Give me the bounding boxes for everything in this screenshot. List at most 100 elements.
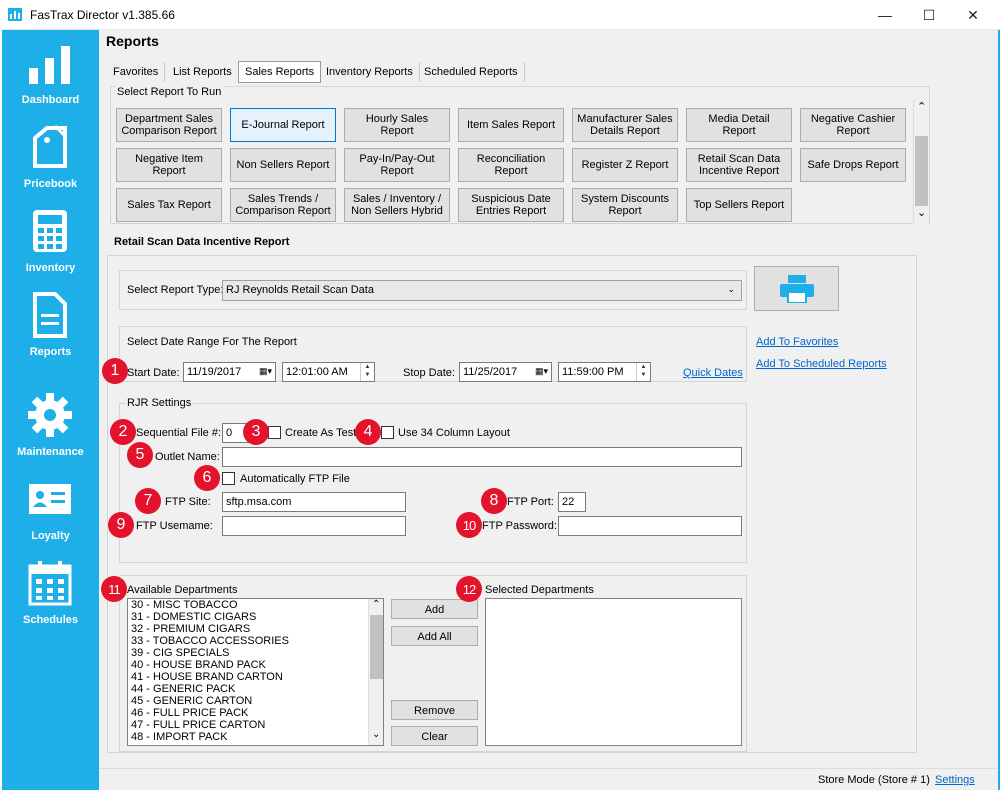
close-button[interactable]: ✕ bbox=[950, 0, 996, 30]
ftp-password-input[interactable] bbox=[558, 516, 742, 536]
report-type-select[interactable]: RJ Reynolds Retail Scan Data ⌄ bbox=[222, 280, 742, 301]
settings-link[interactable]: Settings bbox=[935, 774, 975, 786]
report-button[interactable]: Non Sellers Report bbox=[230, 148, 336, 182]
maximize-button[interactable]: ☐ bbox=[906, 0, 952, 30]
print-button[interactable] bbox=[754, 266, 839, 311]
section-title: Retail Scan Data Incentive Report bbox=[114, 236, 290, 248]
list-item[interactable]: 47 - FULL PRICE CARTON bbox=[128, 719, 383, 731]
callout-badge: 11 bbox=[101, 576, 127, 602]
report-button[interactable]: Pay-In/Pay-Out Report bbox=[344, 148, 450, 182]
start-time-picker[interactable]: 12:01:00 AM ▲ ▼ bbox=[282, 362, 375, 382]
report-button[interactable]: Suspicious Date Entries Report bbox=[458, 188, 564, 222]
start-date-picker[interactable]: 11/19/2017 ▦▾ bbox=[183, 362, 276, 382]
scrollbar-thumb[interactable] bbox=[915, 136, 928, 206]
printer-icon bbox=[780, 275, 814, 303]
sidebar-item-dashboard[interactable]: Dashboard bbox=[2, 30, 99, 114]
minimize-button[interactable]: — bbox=[862, 0, 908, 30]
sidebar-item-pricebook[interactable]: Pricebook bbox=[2, 114, 99, 198]
sidebar-item-label: Dashboard bbox=[21, 94, 80, 106]
list-item[interactable]: 46 - FULL PRICE PACK bbox=[128, 707, 383, 719]
callout-badge: 10 bbox=[456, 512, 482, 538]
list-item[interactable]: 33 - TOBACCO ACCESSORIES bbox=[128, 635, 383, 647]
list-item[interactable]: 48 - IMPORT PACK bbox=[128, 731, 383, 743]
add-all-button[interactable]: Add All bbox=[391, 626, 478, 646]
auto-ftp-label: Automatically FTP File bbox=[240, 473, 350, 485]
scroll-down-arrow-icon[interactable]: ⌄ bbox=[372, 729, 380, 740]
report-button[interactable]: Sales Tax Report bbox=[116, 188, 222, 222]
ftp-port-input[interactable]: 22 bbox=[558, 492, 586, 512]
scroll-down-arrow-icon[interactable]: ⌄ bbox=[917, 206, 926, 219]
outlet-name-input[interactable] bbox=[222, 447, 742, 467]
callout-badge: 2 bbox=[110, 419, 136, 445]
report-type-label: Select Report Type: bbox=[127, 284, 224, 296]
scrollbar-thumb[interactable] bbox=[370, 615, 383, 679]
ftp-username-input[interactable] bbox=[222, 516, 406, 536]
list-item[interactable]: 32 - PREMIUM CIGARS bbox=[128, 623, 383, 635]
report-button[interactable]: Sales Trends / Comparison Report bbox=[230, 188, 336, 222]
ftp-username-label: FTP Usemame: bbox=[136, 520, 213, 532]
sidebar-item-maintenance[interactable]: Maintenance bbox=[2, 382, 99, 466]
list-item[interactable]: 40 - HOUSE BRAND PACK bbox=[128, 659, 383, 671]
available-departments-list[interactable]: 30 - MISC TOBACCO 31 - DOMESTIC CIGARS 32 … bbox=[127, 598, 384, 746]
clear-button[interactable]: Clear bbox=[391, 726, 478, 746]
report-button[interactable]: Top Sellers Report bbox=[686, 188, 792, 222]
report-button[interactable]: Retail Scan Data Incentive Report bbox=[686, 148, 792, 182]
callout-badge: 5 bbox=[127, 442, 153, 468]
time-spinner-icon[interactable]: ▲ ▼ bbox=[360, 363, 374, 381]
calculator-icon bbox=[33, 210, 67, 252]
tab-favorites[interactable]: Favorites bbox=[107, 62, 166, 82]
create-as-test-checkbox[interactable] bbox=[268, 426, 281, 439]
quick-dates-link[interactable]: Quick Dates bbox=[683, 367, 743, 379]
report-button[interactable]: Manufacturer Sales Details Report bbox=[572, 108, 678, 142]
callout-badge: 6 bbox=[194, 465, 220, 491]
report-button[interactable]: Negative Item Report bbox=[116, 148, 222, 182]
departments-scrollbar[interactable]: ⌃ ⌄ bbox=[368, 599, 383, 745]
list-item[interactable]: 39 - CIG SPECIALS bbox=[128, 647, 383, 659]
report-button[interactable]: Item Sales Report bbox=[458, 108, 564, 142]
tab-inventory-reports[interactable]: Inventory Reports bbox=[320, 62, 420, 82]
tab-list-reports[interactable]: List Reports bbox=[167, 62, 239, 82]
callout-badge: 8 bbox=[481, 488, 507, 514]
report-button[interactable]: Department Sales Comparison Report bbox=[116, 108, 222, 142]
remove-button[interactable]: Remove bbox=[391, 700, 478, 720]
time-spinner-icon[interactable]: ▲ ▼ bbox=[636, 363, 650, 381]
sidebar-item-inventory[interactable]: Inventory bbox=[2, 198, 99, 282]
add-to-scheduled-link[interactable]: Add To Scheduled Reports bbox=[756, 358, 887, 370]
add-button[interactable]: Add bbox=[391, 599, 478, 619]
sidebar: Dashboard Pricebook Inventory Reports Ma… bbox=[2, 30, 99, 790]
add-to-favorites-link[interactable]: Add To Favorites bbox=[756, 336, 838, 348]
scroll-up-arrow-icon[interactable]: ⌃ bbox=[372, 599, 380, 610]
list-item[interactable]: 30 - MISC TOBACCO bbox=[128, 599, 383, 611]
scroll-up-arrow-icon[interactable]: ⌃ bbox=[917, 100, 926, 113]
report-button[interactable]: Safe Drops Report bbox=[800, 148, 906, 182]
list-item[interactable]: 31 - DOMESTIC CIGARS bbox=[128, 611, 383, 623]
report-button[interactable]: Media Detail Report bbox=[686, 108, 792, 142]
start-date-value: 11/19/2017 bbox=[187, 366, 242, 378]
report-button[interactable]: Negative Cashier Report bbox=[800, 108, 906, 142]
report-button[interactable]: System Discounts Report bbox=[572, 188, 678, 222]
start-date-label: Start Date: bbox=[127, 367, 180, 379]
use-34-column-checkbox[interactable] bbox=[381, 426, 394, 439]
sidebar-item-schedules[interactable]: Schedules bbox=[2, 550, 99, 634]
callout-badge: 1 bbox=[102, 358, 128, 384]
list-item[interactable]: 41 - HOUSE BRAND CARTON bbox=[128, 671, 383, 683]
price-tag-icon bbox=[33, 124, 67, 168]
stop-date-value: 11/25/2017 bbox=[463, 366, 518, 378]
sidebar-item-reports[interactable]: Reports bbox=[2, 282, 99, 366]
stop-date-picker[interactable]: 11/25/2017 ▦▾ bbox=[459, 362, 552, 382]
tab-scheduled-reports[interactable]: Scheduled Reports bbox=[418, 62, 525, 82]
report-button[interactable]: Sales / Inventory / Non Sellers Hybrid bbox=[344, 188, 450, 222]
tab-sales-reports[interactable]: Sales Reports bbox=[238, 61, 322, 83]
ftp-site-input[interactable]: sftp.msa.com bbox=[222, 492, 406, 512]
report-picker-scrollbar[interactable]: ⌃ ⌄ bbox=[913, 100, 928, 224]
report-button[interactable]: Reconciliation Report bbox=[458, 148, 564, 182]
stop-time-picker[interactable]: 11:59:00 PM ▲ ▼ bbox=[558, 362, 651, 382]
report-button[interactable]: Hourly Sales Report bbox=[344, 108, 450, 142]
report-button[interactable]: E-Journal Report bbox=[230, 108, 336, 142]
auto-ftp-checkbox[interactable] bbox=[222, 472, 235, 485]
report-button[interactable]: Register Z Report bbox=[572, 148, 678, 182]
list-item[interactable]: 44 - GENERIC PACK bbox=[128, 683, 383, 695]
list-item[interactable]: 45 - GENERIC CARTON bbox=[128, 695, 383, 707]
selected-departments-list[interactable] bbox=[485, 598, 742, 746]
sidebar-item-loyalty[interactable]: Loyalty bbox=[2, 466, 99, 550]
